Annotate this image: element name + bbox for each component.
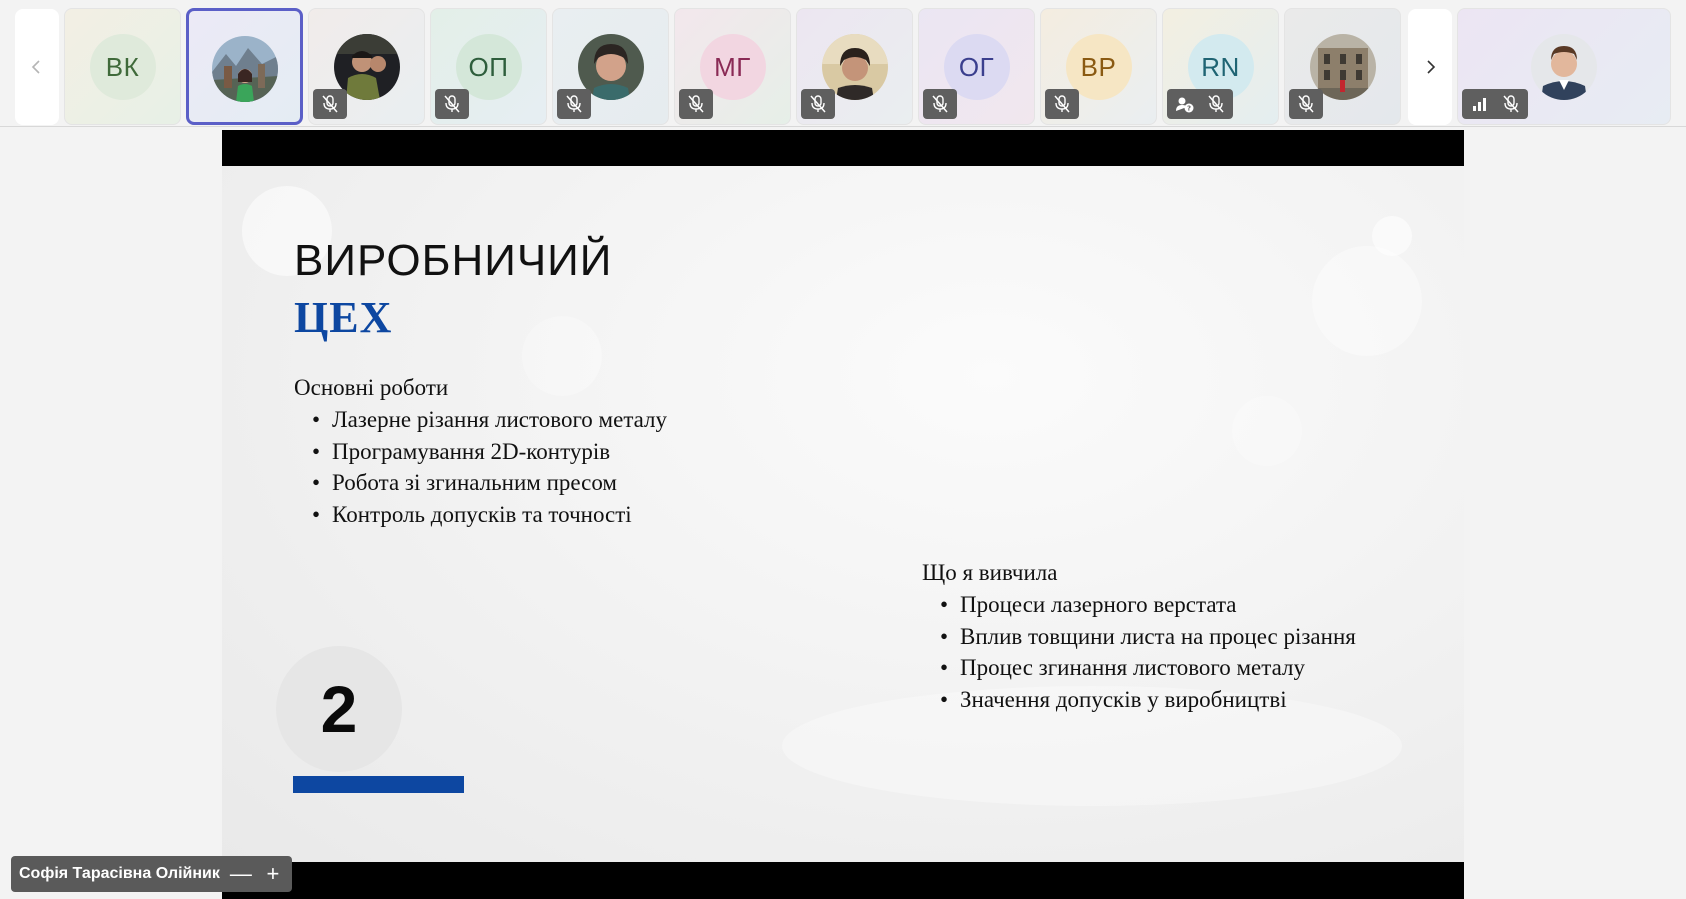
mic-off-icon bbox=[810, 95, 826, 113]
slide-title: ВИРОБНИЧИЙ bbox=[294, 236, 613, 285]
avatar-photo bbox=[211, 36, 278, 102]
presentation-slide: ВИРОБНИЧИЙ ЦЕХ Основні роботи Лазерне рі… bbox=[222, 166, 1464, 862]
list-item: Процеси лазерного верстата bbox=[940, 589, 1356, 621]
participant-tile[interactable]: ВК bbox=[64, 8, 181, 125]
mic-off-icon bbox=[688, 95, 704, 113]
left-section: Основні роботи Лазерне різання листового… bbox=[294, 372, 667, 530]
status-badge bbox=[1462, 89, 1528, 119]
mic-off-icon bbox=[1298, 95, 1314, 113]
bullet-list: Лазерне різання листового металу Програм… bbox=[294, 404, 667, 530]
bullet-list: Процеси лазерного верстата Вплив товщини… bbox=[922, 589, 1356, 715]
participant-strip: ВК ОП МГ ОГ ВР RN ? bbox=[0, 0, 1686, 127]
avatar-photo bbox=[1531, 34, 1597, 100]
strip-next-button[interactable] bbox=[1408, 9, 1452, 125]
chevron-left-icon bbox=[31, 60, 40, 74]
list-item: Лазерне різання листового металу bbox=[312, 404, 667, 436]
participant-tile[interactable]: ВР bbox=[1040, 8, 1157, 125]
mute-badge bbox=[313, 89, 347, 119]
expand-button[interactable]: + bbox=[262, 861, 284, 886]
presenter-label: Софія Тарасівна Олійник — + bbox=[11, 856, 292, 892]
mic-off-icon bbox=[1208, 95, 1224, 113]
list-item: Значення допусків у виробництві bbox=[940, 684, 1356, 716]
participant-tile[interactable] bbox=[308, 8, 425, 125]
participant-tile[interactable]: ОГ bbox=[918, 8, 1035, 125]
section-heading: Що я вивчила bbox=[922, 560, 1058, 585]
raise-hand-icon: ? bbox=[1176, 97, 1194, 113]
participant-tile-active[interactable] bbox=[186, 8, 303, 125]
minimize-button[interactable]: — bbox=[230, 861, 252, 886]
slide-number: 2 bbox=[276, 646, 402, 772]
mute-badge bbox=[679, 89, 713, 119]
strip-prev-button[interactable] bbox=[15, 9, 59, 125]
bokeh-decoration bbox=[1232, 396, 1302, 466]
presenter-name: Софія Тарасівна Олійник bbox=[19, 865, 220, 882]
chevron-right-icon bbox=[1427, 60, 1436, 74]
slide-title-accent: ЦЕХ bbox=[294, 293, 393, 342]
signal-bars-icon bbox=[1473, 98, 1486, 111]
mute-badge bbox=[923, 89, 957, 119]
mic-off-icon bbox=[566, 95, 582, 113]
mute-badge bbox=[435, 89, 469, 119]
svg-text:?: ? bbox=[1187, 105, 1191, 113]
list-item: Програмування 2D-контурів bbox=[312, 436, 667, 468]
avatar-initials: ВК bbox=[89, 34, 156, 100]
list-item: Контроль допусків та точності bbox=[312, 499, 667, 531]
mute-badge bbox=[1289, 89, 1323, 119]
list-item: Процес згинання листового металу bbox=[940, 652, 1356, 684]
section-heading: Основні роботи bbox=[294, 375, 449, 400]
participant-tile[interactable] bbox=[552, 8, 669, 125]
bokeh-decoration bbox=[1372, 216, 1412, 256]
mic-off-icon bbox=[444, 95, 460, 113]
participant-tile[interactable]: ОП bbox=[430, 8, 547, 125]
mic-off-icon bbox=[932, 95, 948, 113]
status-badge: ? bbox=[1167, 89, 1233, 119]
right-section: Що я вивчила Процеси лазерного верстата … bbox=[922, 557, 1356, 715]
participant-tile[interactable] bbox=[796, 8, 913, 125]
mic-off-icon bbox=[1503, 95, 1519, 113]
list-item: Робота зі згинальним пресом bbox=[312, 467, 667, 499]
bokeh-decoration bbox=[1312, 246, 1422, 356]
mic-off-icon bbox=[322, 95, 338, 113]
accent-bar bbox=[293, 776, 464, 793]
mute-badge bbox=[801, 89, 835, 119]
mic-off-icon bbox=[1054, 95, 1070, 113]
mute-badge bbox=[557, 89, 591, 119]
participant-tile[interactable] bbox=[1284, 8, 1401, 125]
participant-tile[interactable]: МГ bbox=[674, 8, 791, 125]
list-item: Вплив товщини листа на процес різання bbox=[940, 621, 1356, 653]
shared-screen: ВИРОБНИЧИЙ ЦЕХ Основні роботи Лазерне рі… bbox=[222, 130, 1464, 899]
participant-tile[interactable]: RN ? bbox=[1162, 8, 1279, 125]
mute-badge bbox=[1045, 89, 1079, 119]
participant-tile[interactable] bbox=[1457, 8, 1671, 125]
